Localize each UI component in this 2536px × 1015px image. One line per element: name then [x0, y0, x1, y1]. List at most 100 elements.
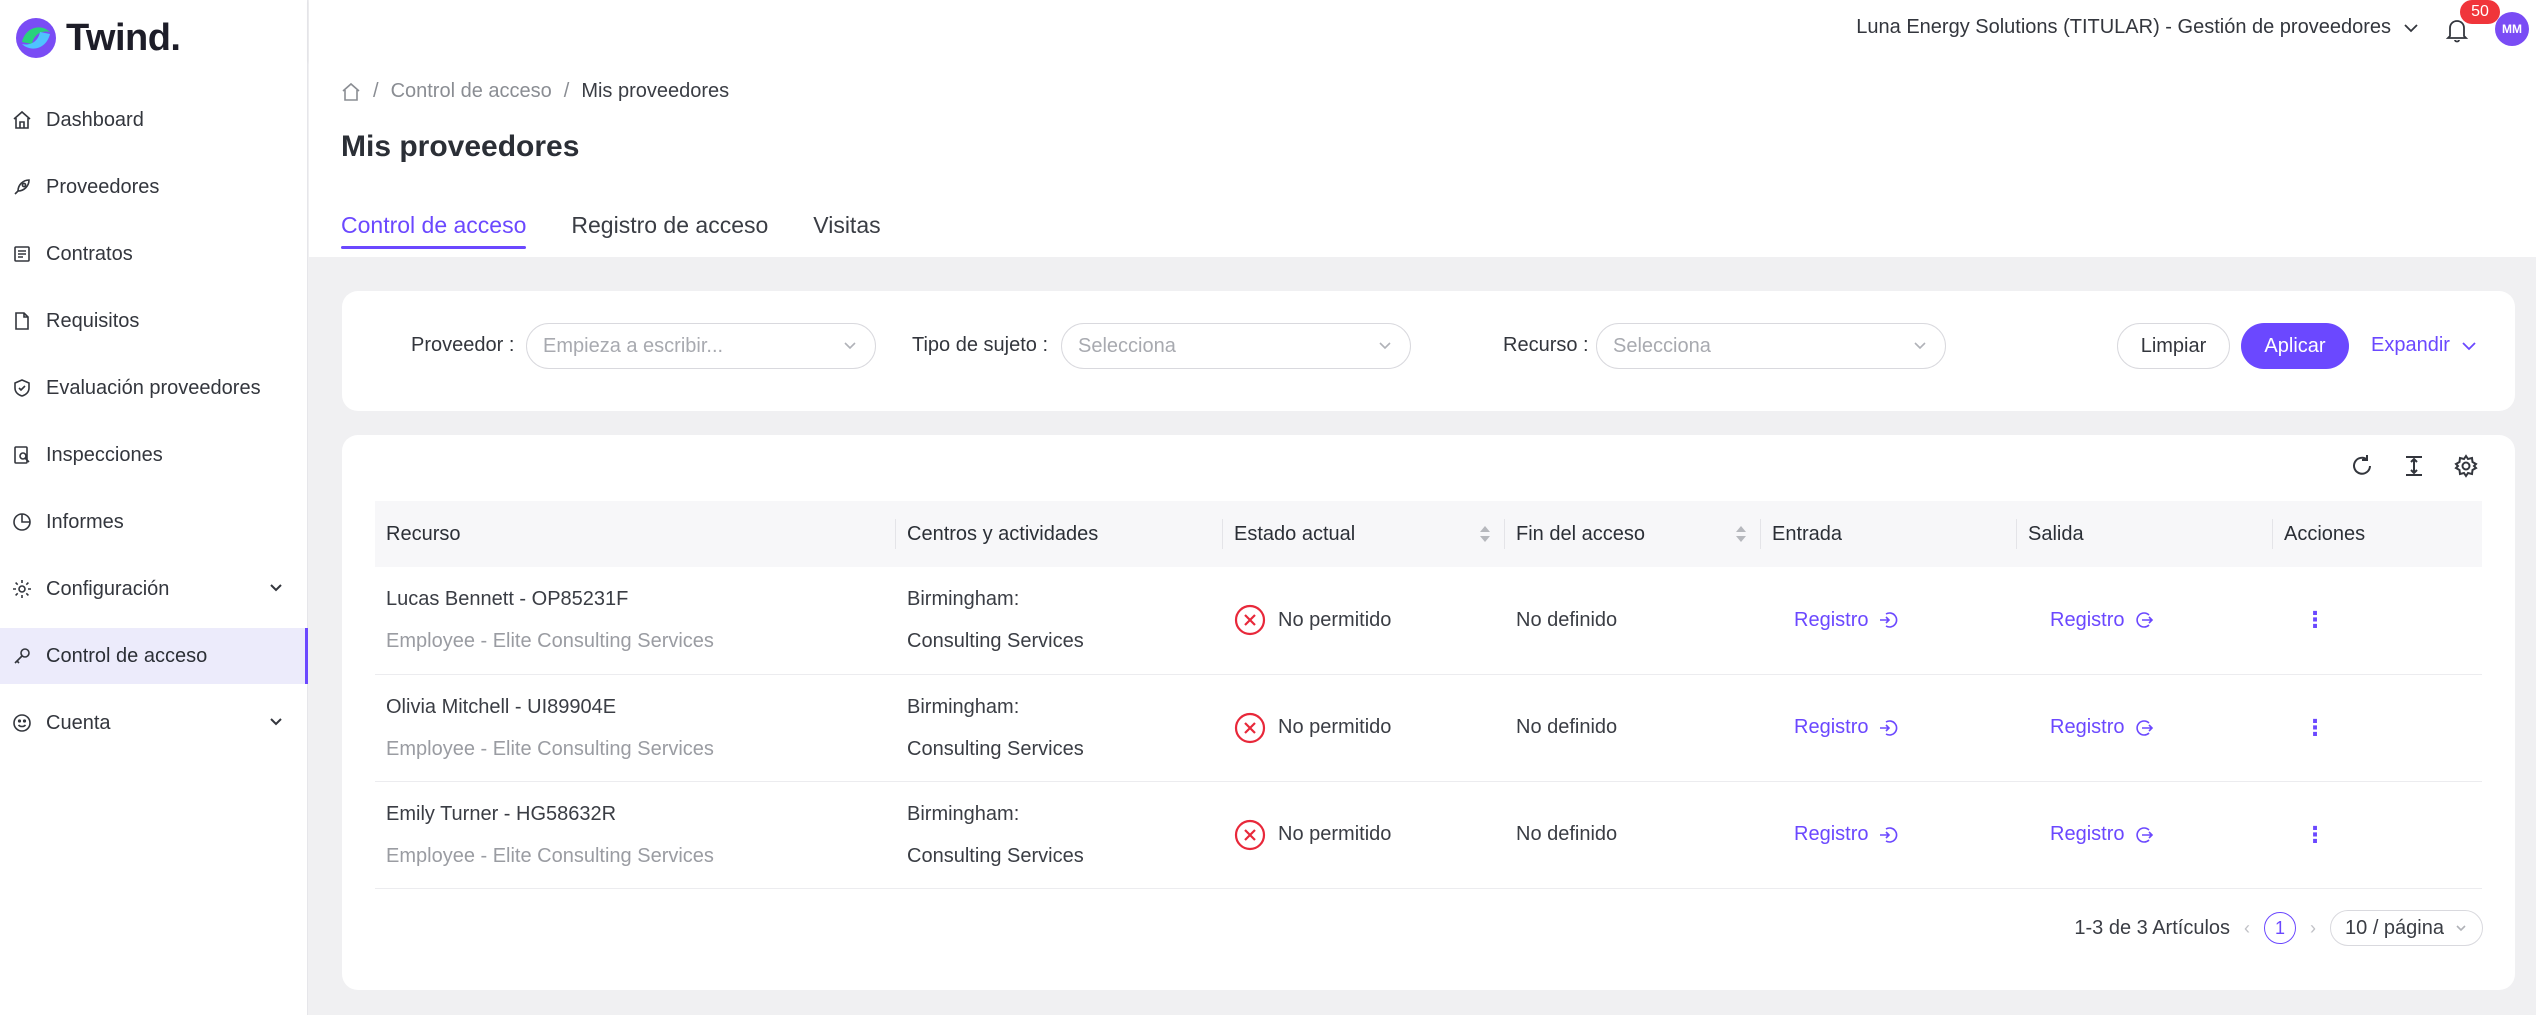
- more-actions-icon[interactable]: ⋮: [2304, 607, 2326, 632]
- tab-registro-acceso[interactable]: Registro de acceso: [571, 212, 768, 249]
- sidebar-item-dashboard[interactable]: Dashboard: [0, 92, 308, 148]
- page-size-select[interactable]: 10 / página: [2330, 910, 2483, 946]
- end-access-cell: No definido: [1505, 674, 1761, 782]
- chevron-down-icon: [270, 718, 282, 726]
- home-icon[interactable]: [341, 82, 361, 102]
- subject-filter-select[interactable]: Selecciona: [1061, 323, 1411, 369]
- filter-card: Proveedor : Empieza a escribir... Tipo d…: [342, 291, 2515, 411]
- column-header-acciones: Acciones: [2273, 501, 2482, 567]
- column-header-centros: Centros y actividades: [896, 501, 1223, 567]
- topbar: Luna Energy Solutions (TITULAR) - Gestió…: [309, 0, 2536, 62]
- center-name: Birmingham:: [907, 588, 1020, 611]
- sidebar-item-informes[interactable]: Informes: [0, 494, 308, 550]
- provider-filter-label: Proveedor :: [411, 334, 515, 356]
- entry-cell: Registro: [1761, 674, 2017, 782]
- sidebar-item-label: Cuenta: [46, 711, 111, 734]
- clear-button[interactable]: Limpiar: [2117, 323, 2230, 369]
- sidebar: Twind. Dashboard Proveedores Contratos R…: [0, 0, 308, 1015]
- settings-icon[interactable]: [2453, 453, 2479, 479]
- resource-filter-select[interactable]: Selecciona: [1596, 323, 1946, 369]
- resource-cell: Olivia Mitchell - UI89904E Employee - Eli…: [375, 674, 896, 782]
- sidebar-item-inspecciones[interactable]: Inspecciones: [0, 427, 308, 483]
- sidebar-item-proveedores[interactable]: Proveedores: [0, 159, 308, 215]
- sidebar-nav: Dashboard Proveedores Contratos Requisit…: [0, 92, 308, 762]
- access-table: Recurso Centros y actividades Estado act…: [375, 501, 2482, 889]
- subject-filter-placeholder: Selecciona: [1078, 335, 1176, 357]
- provider-filter-placeholder: Empieza a escribir...: [543, 335, 724, 357]
- activity-name: Consulting Services: [907, 630, 1084, 653]
- sidebar-item-label: Evaluación proveedores: [46, 376, 261, 399]
- sort-icon: [1480, 526, 1490, 542]
- chevron-down-icon: [1379, 342, 1391, 350]
- center-cell: Birmingham: Consulting Services: [896, 674, 1223, 782]
- breadcrumb-separator: /: [373, 80, 379, 102]
- prev-page-icon[interactable]: ‹: [2244, 918, 2250, 939]
- sidebar-item-configuracion[interactable]: Configuración: [0, 561, 308, 617]
- sidebar-item-label: Dashboard: [46, 108, 144, 131]
- tab-control-acceso[interactable]: Control de acceso: [341, 212, 527, 249]
- status-text: No permitido: [1278, 608, 1392, 631]
- table-toolbar: [2349, 453, 2479, 479]
- column-header-fin-acceso[interactable]: Fin del acceso: [1505, 501, 1761, 567]
- breadcrumb-current: Mis proveedores: [581, 80, 730, 102]
- chevron-down-icon: [2456, 925, 2466, 932]
- logout-icon: [2136, 719, 2154, 736]
- exit-register-link[interactable]: Registro: [2050, 823, 2154, 846]
- file-icon: [10, 309, 34, 333]
- expand-label: Expandir: [2371, 334, 2450, 356]
- entry-cell: Registro: [1761, 567, 2017, 675]
- status-text: No permitido: [1278, 823, 1392, 845]
- apply-button[interactable]: Aplicar: [2241, 323, 2349, 369]
- exit-register-link[interactable]: Registro: [2050, 716, 2154, 739]
- breadcrumb-separator: /: [563, 80, 570, 102]
- page-button-current[interactable]: 1: [2264, 912, 2297, 944]
- status-cell: No permitido: [1223, 674, 1505, 782]
- entry-register-link[interactable]: Registro: [1794, 716, 1898, 739]
- sidebar-item-contratos[interactable]: Contratos: [0, 226, 308, 282]
- sidebar-item-label: Contratos: [46, 242, 133, 265]
- page-header: / Control de acceso / Mis proveedores Mi…: [309, 62, 2536, 257]
- app-name: Twind.: [66, 16, 181, 59]
- entry-register-link[interactable]: Registro: [1794, 823, 1898, 846]
- entry-register-link[interactable]: Registro: [1794, 609, 1898, 632]
- exit-cell: Registro: [2017, 781, 2273, 889]
- chevron-down-icon: [844, 342, 856, 350]
- resource-role: Employee - Elite Consulting Services: [386, 844, 714, 867]
- center-cell: Birmingham: Consulting Services: [896, 567, 1223, 675]
- sidebar-item-evaluacion[interactable]: Evaluación proveedores: [0, 360, 308, 416]
- status-cell: No permitido: [1223, 567, 1505, 675]
- column-header-estado[interactable]: Estado actual: [1223, 501, 1505, 567]
- next-page-icon[interactable]: ›: [2310, 918, 2316, 939]
- more-actions-icon[interactable]: ⋮: [2304, 822, 2326, 847]
- organization-selector[interactable]: Luna Energy Solutions (TITULAR) - Gestió…: [1856, 16, 2421, 39]
- table-row: Olivia Mitchell - UI89904E Employee - Eli…: [375, 674, 2482, 782]
- table-row: Lucas Bennett - OP85231F Employee - Elite…: [375, 567, 2482, 675]
- resource-role: Employee - Elite Consulting Services: [386, 630, 714, 653]
- tab-visitas[interactable]: Visitas: [813, 212, 880, 249]
- page-title: Mis proveedores: [341, 130, 580, 163]
- reload-icon[interactable]: [2349, 453, 2375, 479]
- app-logo[interactable]: Twind.: [12, 14, 181, 62]
- table-row: Emily Turner - HG58632R Employee - Elite …: [375, 781, 2482, 889]
- expand-button[interactable]: Expandir: [2371, 334, 2478, 357]
- status-cell: No permitido: [1223, 781, 1505, 889]
- end-access-cell: No definido: [1505, 781, 1761, 889]
- resource-cell: Lucas Bennett - OP85231F Employee - Elite…: [375, 567, 896, 675]
- tabs: Control de acceso Registro de acceso Vis…: [341, 212, 881, 249]
- more-actions-icon[interactable]: ⋮: [2304, 715, 2326, 740]
- entry-cell: Registro: [1761, 781, 2017, 889]
- resource-filter-label: Recurso :: [1503, 334, 1589, 356]
- provider-filter-input[interactable]: Empieza a escribir...: [526, 323, 876, 369]
- close-circle-icon: [1234, 605, 1266, 636]
- breadcrumb-section[interactable]: Control de acceso: [391, 80, 552, 103]
- exit-register-link[interactable]: Registro: [2050, 609, 2154, 632]
- sidebar-item-label: Requisitos: [46, 309, 140, 332]
- close-circle-icon: [1234, 819, 1266, 850]
- activity-name: Consulting Services: [907, 844, 1084, 867]
- sidebar-item-control-acceso[interactable]: Control de acceso: [0, 628, 308, 684]
- sidebar-item-cuenta[interactable]: Cuenta: [0, 695, 308, 751]
- actions-cell: ⋮: [2273, 567, 2482, 675]
- sidebar-item-requisitos[interactable]: Requisitos: [0, 293, 308, 349]
- column-height-icon[interactable]: [2401, 453, 2427, 479]
- avatar[interactable]: MM: [2495, 12, 2529, 46]
